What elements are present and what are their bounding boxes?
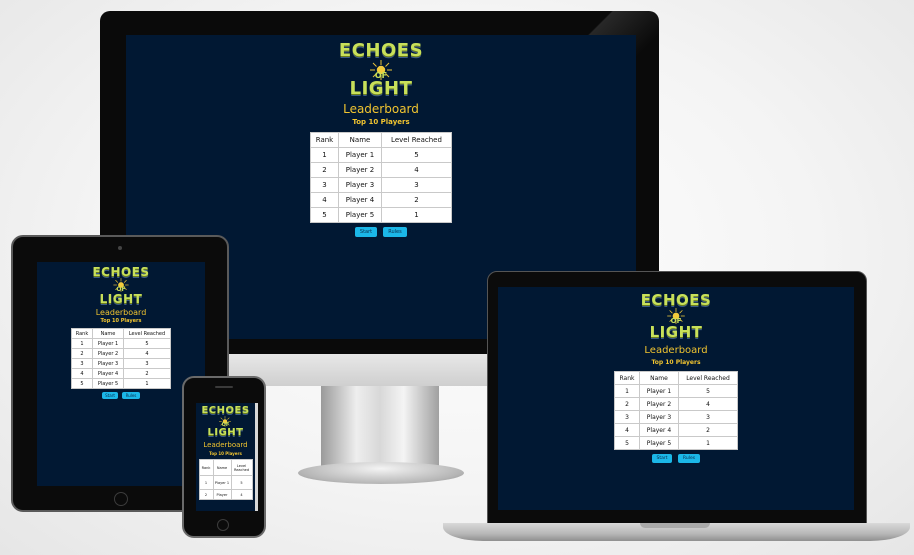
game-logo: ECHOES OF LIGHT [201, 406, 249, 438]
level-cell: 4 [230, 489, 253, 500]
phone-screen: ECHOES OF LIGHT Leaderboard Top 10 Playe… [196, 403, 258, 511]
table-row: 2 Player 4 [198, 489, 253, 500]
rank-cell: 2 [198, 489, 214, 500]
logo-word-light: LIGHT [207, 427, 244, 438]
phone-speaker [215, 386, 233, 388]
level-cell: 5 [230, 475, 253, 490]
table-row: 1 Player 15 [198, 475, 253, 490]
leaderboard-subtitle: Top 10 Players [209, 451, 242, 456]
leaderboard-title: Leaderboard [203, 441, 248, 449]
phone-scrollbar[interactable] [255, 403, 258, 511]
leaderboard-table: Rank Name Level Reached 1 Player 15 2 Play… [198, 459, 253, 500]
rank-cell: 1 [198, 475, 214, 490]
phone-home-button[interactable] [217, 519, 229, 531]
name-cell: Player 1 [212, 475, 232, 490]
table-header-row: Rank Name Level Reached [198, 459, 253, 476]
name-cell: Player [212, 489, 232, 500]
logo-word-echoes: ECHOES [201, 405, 250, 416]
column-header-name: Name [212, 459, 232, 476]
column-header-rank: Rank [198, 459, 214, 476]
phone-device: ECHOES OF LIGHT Leaderboard Top 10 Playe… [0, 0, 914, 555]
column-header-level: Level Reached [230, 459, 253, 476]
